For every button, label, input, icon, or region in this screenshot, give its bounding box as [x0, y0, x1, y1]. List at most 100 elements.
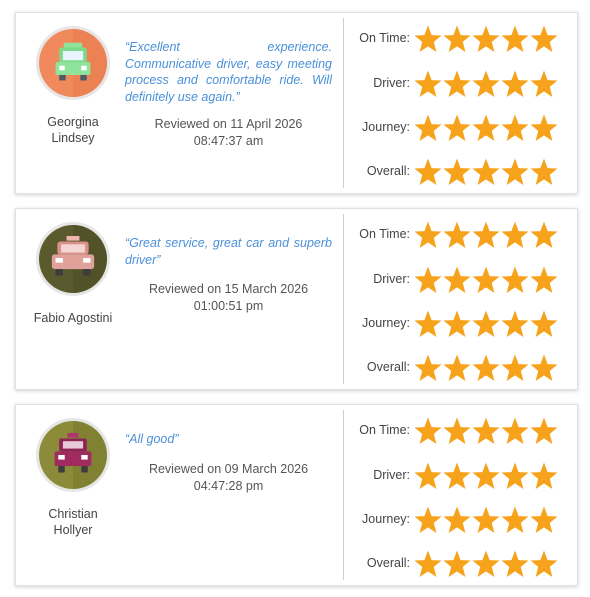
star-icon	[443, 69, 471, 99]
rating-label: On Time:	[359, 423, 410, 437]
star-rating	[414, 69, 558, 101]
star-icon	[472, 461, 500, 491]
star-icon	[414, 113, 442, 143]
star-icon	[501, 69, 529, 99]
review-date: Reviewed on 09 March 2026 04:47:28 pm	[148, 462, 309, 493]
star-icon	[414, 461, 442, 491]
rating-journey: Journey:	[346, 308, 576, 342]
star-icon	[530, 461, 558, 491]
star-icon	[443, 265, 471, 295]
star-rating	[414, 505, 558, 537]
rating-label: Overall:	[366, 556, 410, 570]
star-rating	[414, 549, 558, 581]
review-card: Fabio Agostini “Great service, great car…	[15, 208, 578, 390]
rating-on-time: On Time:	[346, 219, 576, 253]
divider	[343, 18, 344, 188]
star-icon	[530, 265, 558, 295]
star-icon	[501, 157, 529, 187]
star-icon	[414, 309, 442, 339]
star-icon	[530, 505, 558, 535]
star-rating	[414, 24, 558, 56]
star-icon	[501, 113, 529, 143]
star-icon	[443, 416, 471, 446]
rating-driver: Driver:	[346, 460, 576, 494]
star-icon	[443, 549, 471, 579]
rating-driver: Driver:	[346, 68, 576, 102]
reviewer-name: Christian Hollyer	[48, 507, 98, 537]
star-icon	[472, 220, 500, 250]
star-icon	[530, 157, 558, 187]
rating-label: Driver:	[373, 468, 410, 482]
star-icon	[443, 24, 471, 54]
rating-label: Driver:	[373, 272, 410, 286]
star-icon	[501, 549, 529, 579]
review-card: Georgina Lindsey “Excellent experience. …	[15, 12, 578, 194]
star-icon	[414, 265, 442, 295]
star-icon	[501, 265, 529, 295]
star-icon	[501, 353, 529, 383]
rating-label: Journey:	[362, 316, 410, 330]
star-icon	[501, 505, 529, 535]
star-icon	[530, 24, 558, 54]
rating-overall: Overall:	[346, 548, 576, 582]
divider	[343, 214, 344, 384]
rating-overall: Overall:	[346, 156, 576, 190]
rating-journey: Journey:	[346, 112, 576, 146]
star-icon	[472, 309, 500, 339]
review-quote: “Great service, great car and superb dri…	[125, 236, 332, 267]
star-icon	[443, 505, 471, 535]
star-rating	[414, 461, 558, 493]
star-rating	[414, 416, 558, 448]
rating-label: Driver:	[373, 76, 410, 90]
star-icon	[443, 157, 471, 187]
rating-label: On Time:	[359, 31, 410, 45]
star-icon	[530, 353, 558, 383]
rating-overall: Overall:	[346, 352, 576, 386]
rating-label: Overall:	[366, 360, 410, 374]
star-rating	[414, 113, 558, 145]
rating-driver: Driver:	[346, 264, 576, 298]
star-icon	[414, 549, 442, 579]
star-icon	[530, 69, 558, 99]
star-icon	[472, 416, 500, 446]
star-icon	[443, 353, 471, 383]
star-rating	[414, 353, 558, 385]
star-icon	[414, 220, 442, 250]
green-taxi-icon	[36, 26, 110, 100]
star-icon	[472, 549, 500, 579]
pink-taxi-icon	[36, 222, 110, 296]
star-icon	[530, 309, 558, 339]
rating-on-time: On Time:	[346, 23, 576, 57]
star-icon	[443, 113, 471, 143]
review-date: Reviewed on 11 April 2026 08:47:37 am	[154, 117, 303, 148]
star-icon	[530, 113, 558, 143]
star-icon	[530, 549, 558, 579]
rating-label: Overall:	[366, 164, 410, 178]
rating-journey: Journey:	[346, 504, 576, 538]
star-icon	[530, 220, 558, 250]
star-icon	[472, 353, 500, 383]
star-icon	[414, 157, 442, 187]
review-quote: “All good”	[125, 432, 179, 446]
rating-label: Journey:	[362, 120, 410, 134]
star-icon	[472, 265, 500, 295]
rating-on-time: On Time:	[346, 415, 576, 449]
star-icon	[443, 220, 471, 250]
review-card: Christian Hollyer “All good” Reviewed on…	[15, 404, 578, 586]
star-icon	[472, 157, 500, 187]
star-rating	[414, 265, 558, 297]
rating-label: Journey:	[362, 512, 410, 526]
star-icon	[414, 353, 442, 383]
star-icon	[501, 309, 529, 339]
star-rating	[414, 309, 558, 341]
star-icon	[501, 24, 529, 54]
star-icon	[501, 461, 529, 491]
divider	[343, 410, 344, 580]
star-icon	[443, 461, 471, 491]
star-rating	[414, 220, 558, 252]
star-icon	[530, 416, 558, 446]
review-quote: “Excellent experience. Communicative dri…	[125, 40, 332, 104]
reviewer-name: Georgina Lindsey	[47, 115, 99, 145]
star-icon	[501, 416, 529, 446]
rating-label: On Time:	[359, 227, 410, 241]
